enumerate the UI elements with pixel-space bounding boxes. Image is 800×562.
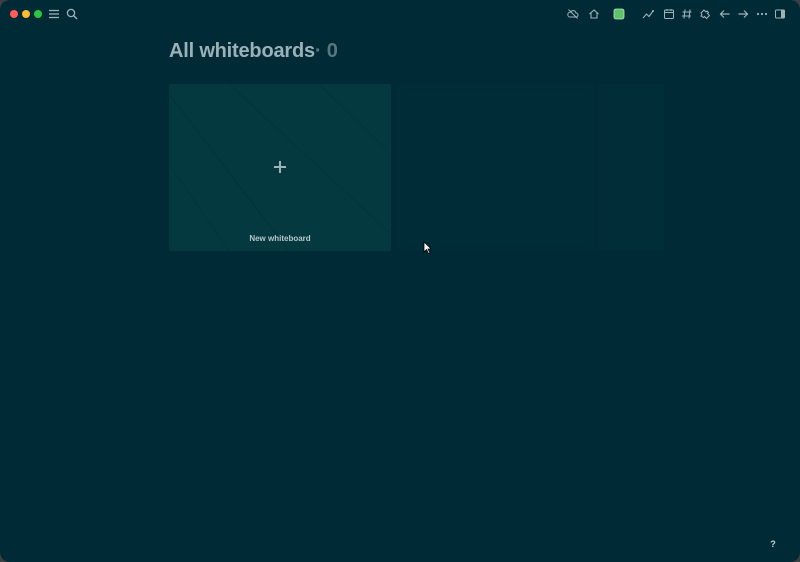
back-arrow-icon[interactable]: [718, 7, 732, 21]
more-icon[interactable]: [755, 7, 769, 21]
plus-icon: [271, 158, 289, 176]
search-icon[interactable]: [65, 7, 79, 21]
empty-card-slot: [598, 84, 664, 251]
maximize-window-button[interactable]: [34, 10, 42, 18]
new-whiteboard-label: New whiteboard: [249, 234, 311, 243]
whiteboard-count: 0: [326, 40, 338, 62]
home-icon[interactable]: [587, 7, 601, 21]
page-title-text: All whiteboards: [169, 40, 315, 62]
close-window-button[interactable]: [10, 10, 18, 18]
cloud-off-icon[interactable]: [566, 7, 580, 21]
hashtag-icon[interactable]: [680, 7, 694, 21]
minimize-window-button[interactable]: [22, 10, 30, 18]
empty-card-slot: [395, 84, 595, 251]
title-separator: ·: [314, 40, 322, 62]
page-title: All whiteboards· 0: [169, 40, 338, 63]
mouse-cursor-icon: [423, 241, 432, 254]
graph-icon[interactable]: [641, 7, 655, 21]
green-square-icon[interactable]: [612, 7, 626, 21]
help-button[interactable]: ?: [765, 536, 781, 552]
puzzle-icon[interactable]: [698, 7, 712, 21]
calendar-icon[interactable]: [662, 7, 676, 21]
app-window: All whiteboards· 0 New whiteboard ?: [0, 0, 800, 562]
menu-icon[interactable]: [47, 7, 61, 21]
new-whiteboard-card[interactable]: New whiteboard: [169, 84, 391, 251]
sidebar-toggle-icon[interactable]: [773, 7, 787, 21]
forward-arrow-icon[interactable]: [736, 7, 750, 21]
titlebar: [0, 0, 800, 28]
